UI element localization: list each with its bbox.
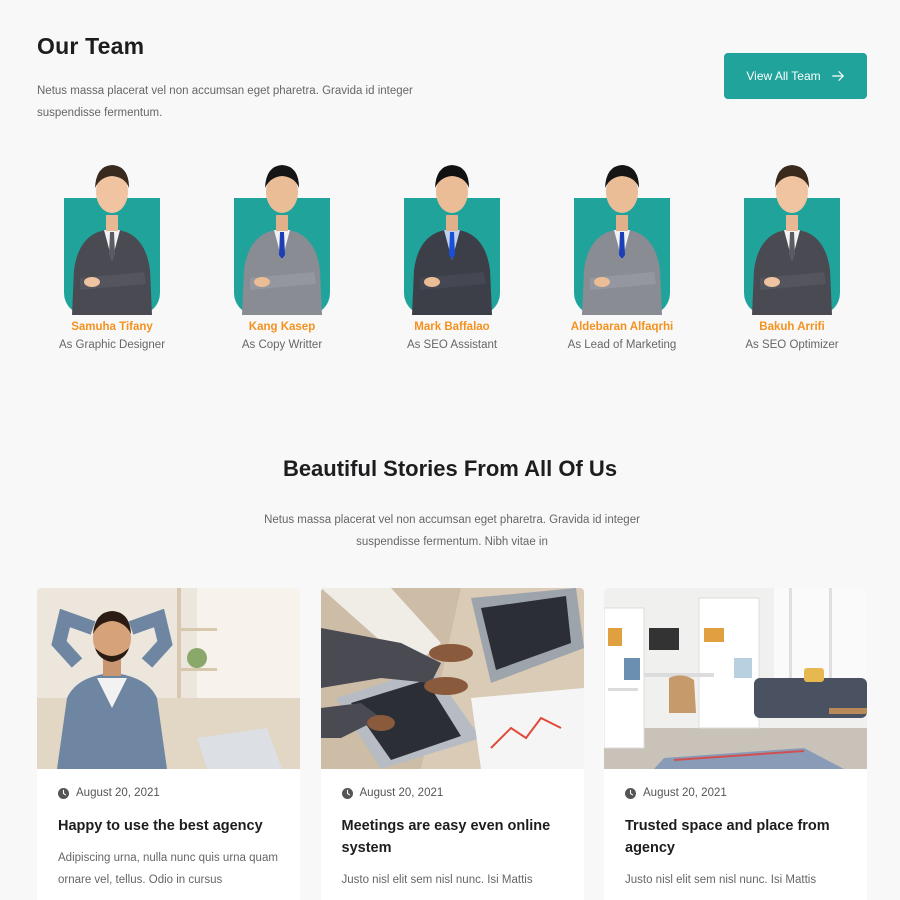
team-member-card[interactable]: Bakuh Arrifi As SEO Optimizer — [707, 160, 877, 351]
member-role: As SEO Assistant — [406, 339, 498, 351]
story-date: August 20, 2021 — [76, 787, 160, 799]
team-title: Our Team — [37, 33, 145, 59]
story-image — [37, 588, 300, 769]
stories-description: Netus massa placerat vel non accumsan eg… — [264, 514, 640, 548]
story-title[interactable]: Meetings are easy even online system — [342, 815, 563, 859]
clock-icon — [341, 787, 353, 799]
story-excerpt: Adipiscing urna, nulla nunc quis urna qu… — [58, 852, 278, 886]
arrow-right-icon — [831, 71, 844, 81]
member-photo — [572, 160, 672, 315]
view-all-team-label: View All Team — [746, 69, 821, 83]
team-member-card[interactable]: Kang Kasep As Copy Writter — [197, 160, 367, 351]
member-name: Mark Baffalao — [414, 321, 490, 333]
story-excerpt: Justo nisl elit sem nisl nunc. Isi Matti… — [341, 874, 533, 886]
person-avatar-icon — [242, 165, 322, 315]
member-role: As Copy Writter — [241, 339, 323, 351]
stories-title: Beautiful Stories From All Of Us — [282, 456, 618, 481]
member-role: As Lead of Marketing — [567, 339, 677, 351]
team-members: Samuha Tifany As Graphic Designer Kang K… — [27, 160, 877, 351]
story-card[interactable]: August 20, 2021 Happy to use the best ag… — [37, 588, 300, 900]
team-member-card[interactable]: Aldebaran Alfaqrhi As Lead of Marketing — [537, 160, 707, 351]
member-photo — [62, 160, 162, 315]
member-role: As Graphic Designer — [58, 339, 166, 351]
person-avatar-icon — [72, 165, 152, 315]
story-card[interactable]: August 20, 2021 Meetings are easy even o… — [320, 588, 584, 900]
story-image — [604, 588, 867, 769]
clock-icon — [625, 787, 636, 799]
story-date: August 20, 2021 — [643, 787, 727, 799]
member-photo — [402, 160, 502, 315]
member-name: Kang Kasep — [248, 321, 316, 333]
person-avatar-icon — [582, 165, 662, 315]
person-avatar-icon — [412, 165, 492, 315]
person-avatar-icon — [752, 165, 832, 315]
story-cards: August 20, 2021 Happy to use the best ag… — [37, 588, 867, 900]
story-excerpt: Justo nisl elit sem nisl nunc. Isi Matti… — [625, 874, 817, 886]
story-title[interactable]: Happy to use the best agency — [58, 815, 279, 837]
member-role: As SEO Optimizer — [745, 339, 839, 351]
team-member-card[interactable]: Samuha Tifany As Graphic Designer — [27, 160, 197, 351]
team-member-card[interactable]: Mark Baffalao As SEO Assistant — [367, 160, 537, 351]
story-date: August 20, 2021 — [359, 787, 444, 799]
story-image — [320, 588, 584, 769]
member-name: Samuha Tifany — [71, 321, 153, 333]
member-photo — [742, 160, 842, 315]
story-card[interactable]: August 20, 2021 Trusted space and place … — [604, 588, 867, 900]
team-description: Netus massa placerat vel non accumsan eg… — [37, 85, 413, 119]
story-title[interactable]: Trusted space and place from agency — [625, 815, 846, 859]
member-name: Aldebaran Alfaqrhi — [570, 321, 674, 333]
member-photo — [232, 160, 332, 315]
member-name: Bakuh Arrifi — [759, 321, 825, 333]
view-all-team-button[interactable]: View All Team — [724, 53, 867, 99]
clock-icon — [58, 787, 69, 799]
